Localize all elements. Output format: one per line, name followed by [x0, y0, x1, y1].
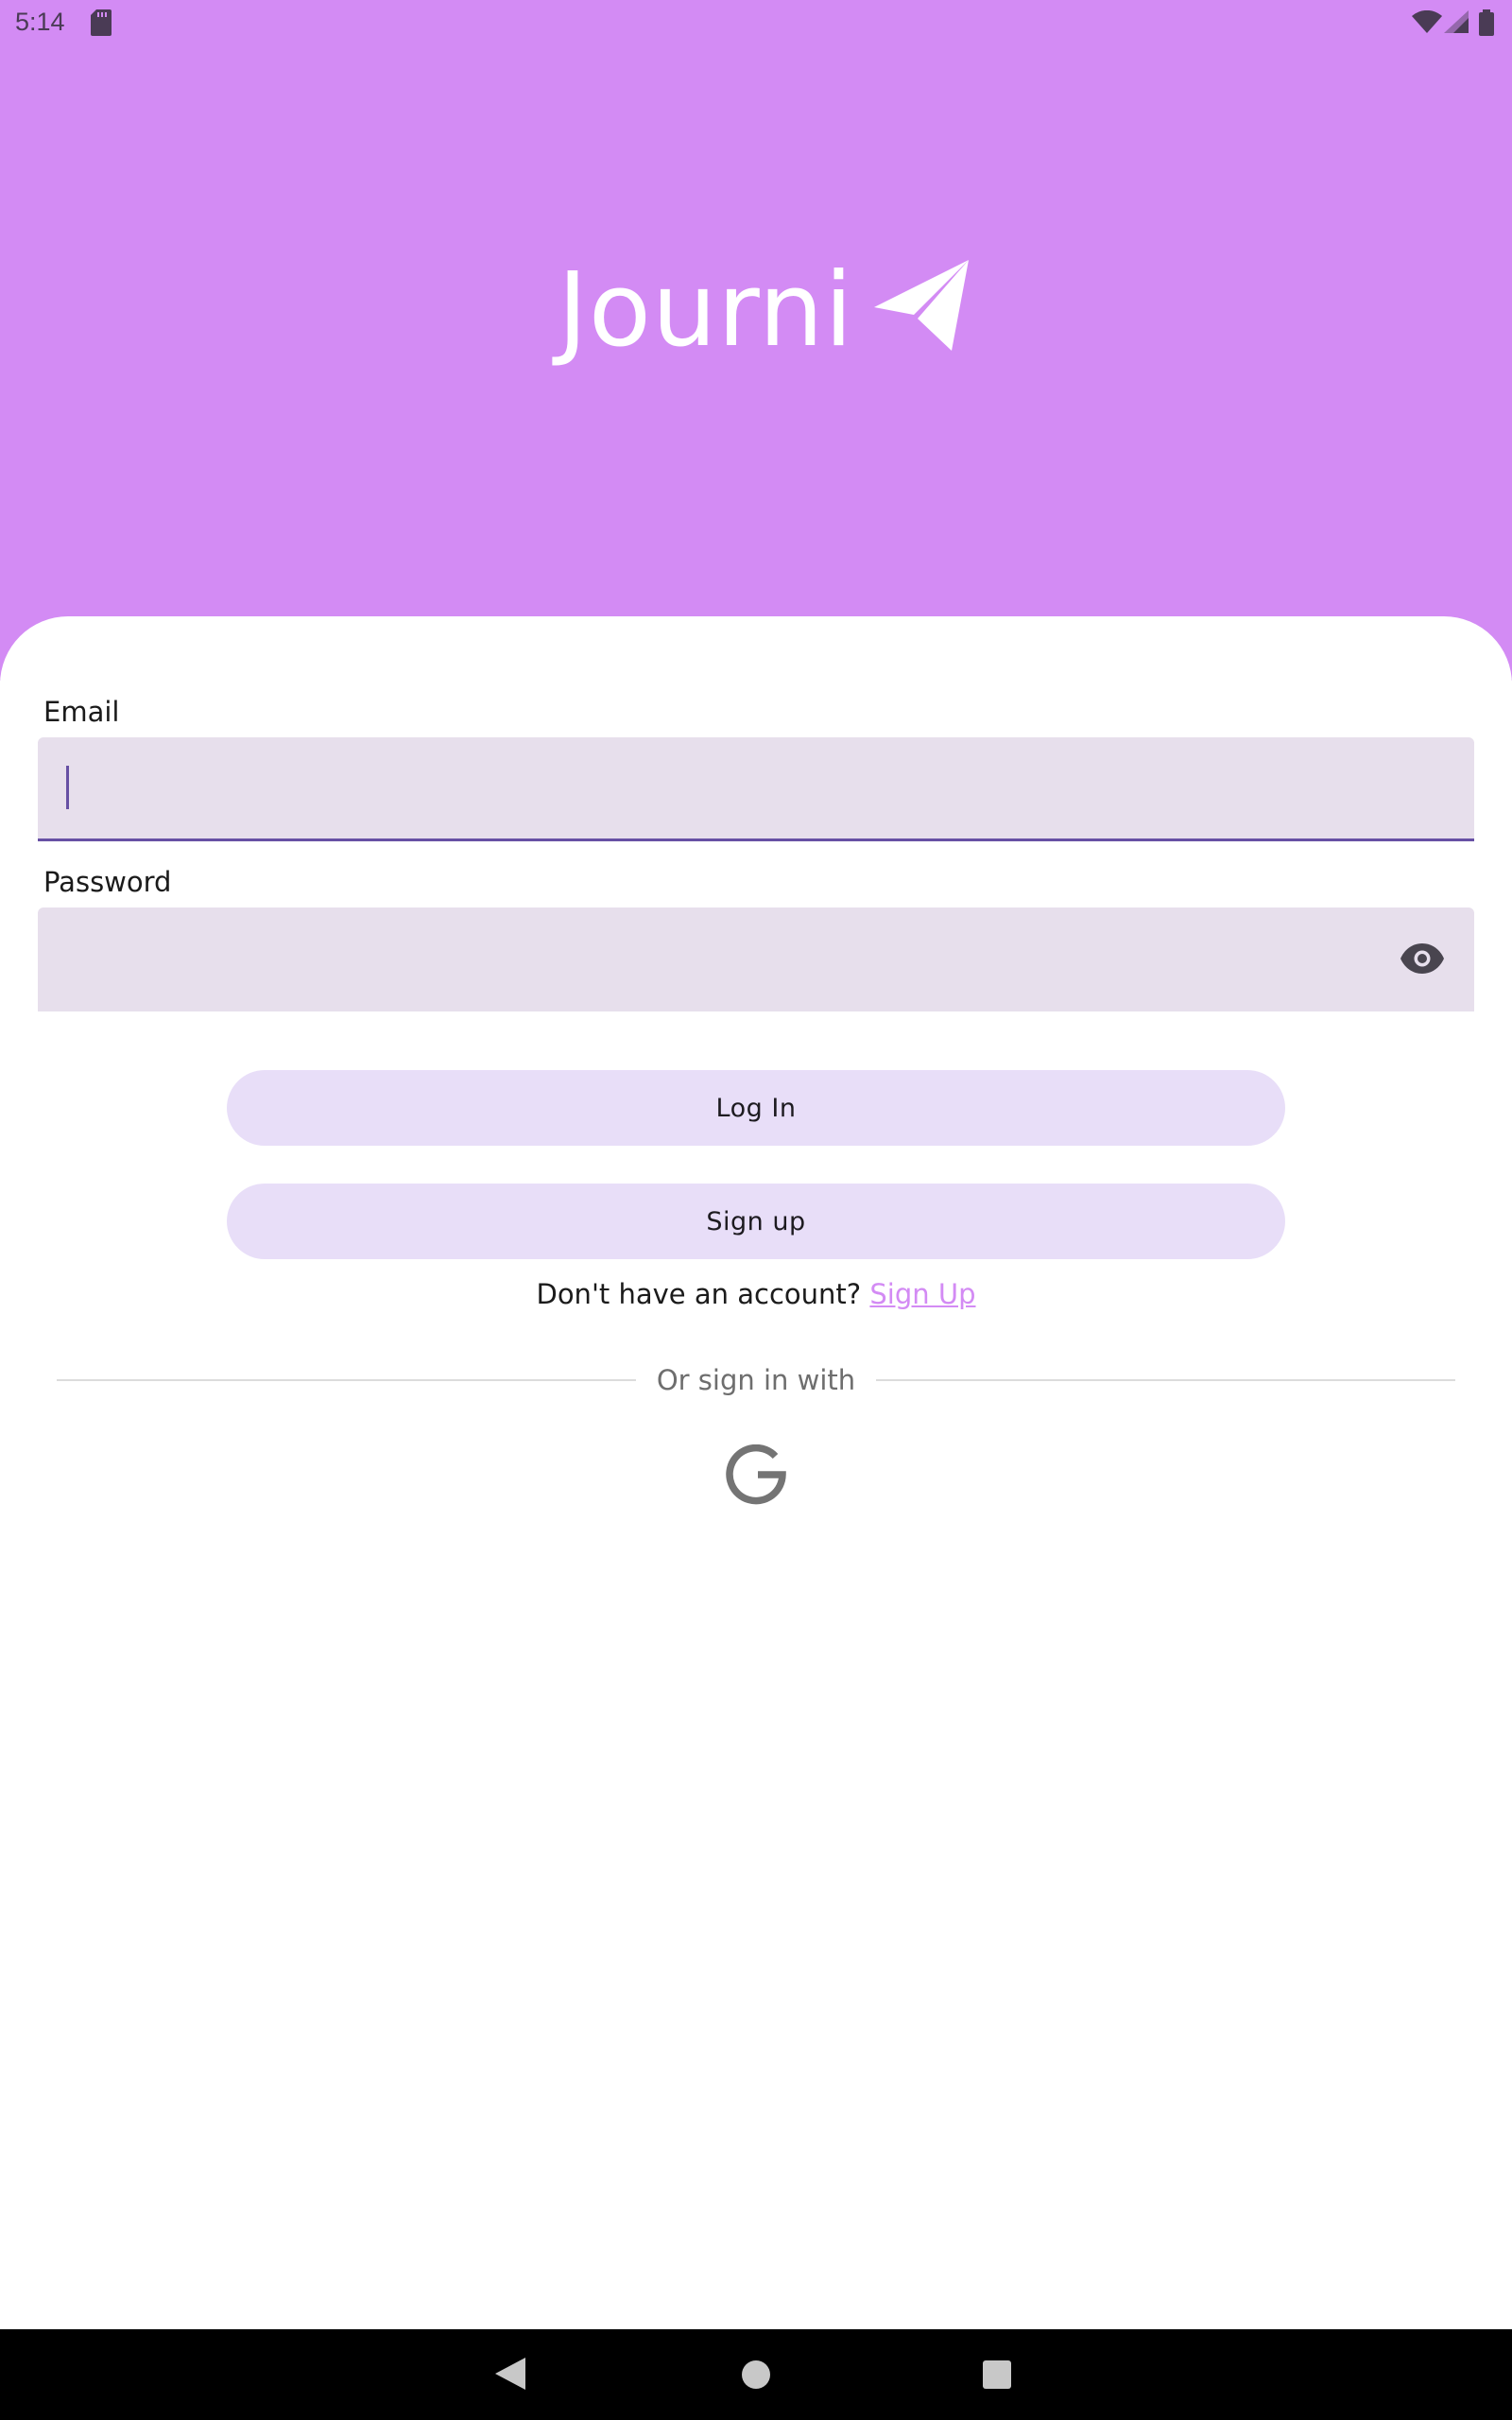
- battery-icon: [1479, 9, 1494, 41]
- password-label: Password: [43, 866, 172, 898]
- signup-link[interactable]: Sign Up: [869, 1278, 975, 1310]
- divider-line-left: [57, 1379, 636, 1381]
- signup-button[interactable]: Sign up: [227, 1184, 1285, 1259]
- status-time: 5:14: [15, 8, 65, 36]
- paper-plane-icon: [874, 258, 970, 357]
- email-label: Email: [43, 696, 120, 728]
- back-icon[interactable]: [495, 2358, 525, 2394]
- account-prompt-text: Don't have an account?: [536, 1278, 862, 1310]
- navigation-bar: [0, 2329, 1512, 2420]
- sd-card-icon: [91, 9, 112, 41]
- recents-icon[interactable]: [983, 2360, 1011, 2394]
- wifi-icon: [1412, 9, 1442, 38]
- divider-text: Or sign in with: [656, 1364, 856, 1396]
- password-input[interactable]: [38, 908, 1474, 1010]
- email-field[interactable]: [38, 737, 1474, 841]
- social-divider: Or sign in with: [57, 1361, 1456, 1399]
- status-bar: 5:14: [0, 0, 1512, 47]
- login-button[interactable]: Log In: [227, 1070, 1285, 1146]
- signal-icon: [1444, 10, 1469, 38]
- app-logo: Journi: [558, 251, 970, 370]
- eye-icon[interactable]: [1400, 943, 1444, 978]
- app-name: Journi: [558, 251, 854, 370]
- email-input[interactable]: [38, 737, 1474, 838]
- account-prompt: Don't have an account? Sign Up: [0, 1278, 1512, 1310]
- divider-line-right: [876, 1379, 1456, 1381]
- google-icon[interactable]: [726, 1443, 786, 1510]
- password-field[interactable]: [38, 908, 1474, 1011]
- home-icon[interactable]: [741, 2360, 771, 2394]
